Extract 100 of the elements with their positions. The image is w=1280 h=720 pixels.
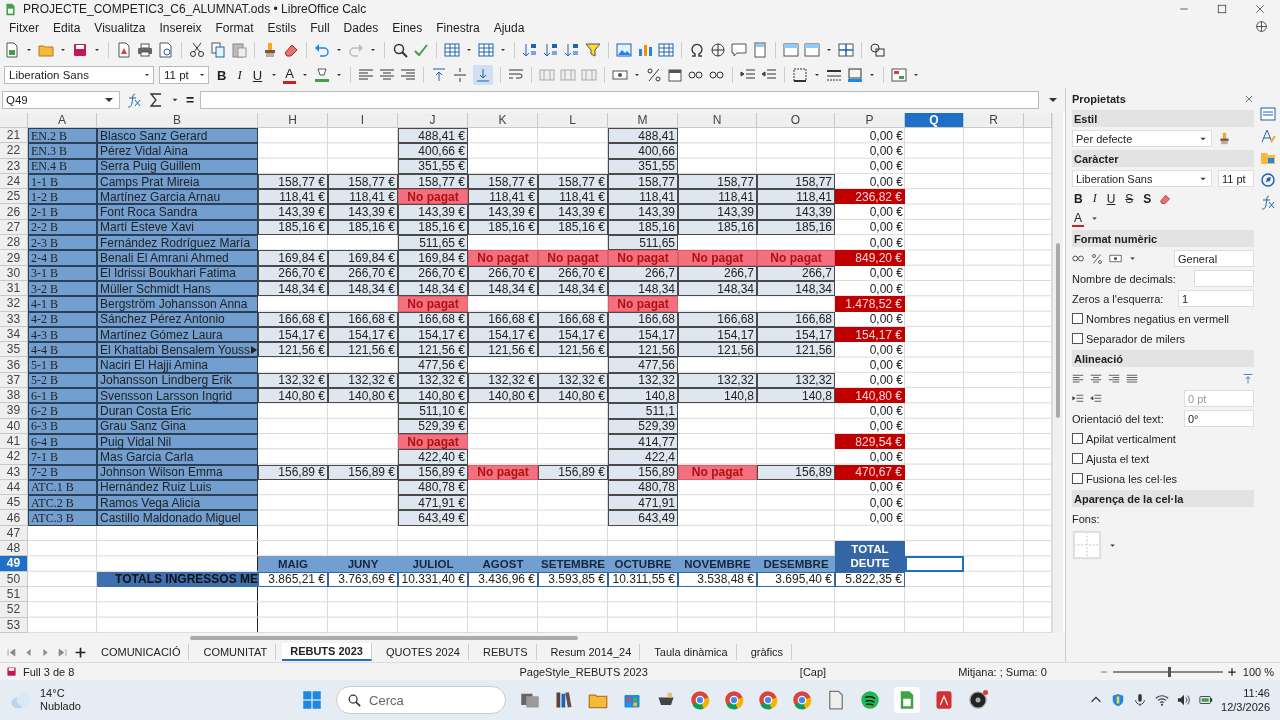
gallery-icon[interactable] [1260, 150, 1276, 166]
row-header[interactable]: 35 [0, 342, 28, 358]
checkbox[interactable] [1072, 473, 1083, 484]
image-icon[interactable] [616, 42, 632, 58]
speaker-icon[interactable] [1177, 693, 1192, 707]
sort-ascending-icon[interactable] [543, 42, 559, 58]
search-field[interactable]: Cerca [336, 686, 506, 714]
row-header[interactable]: 32 [0, 296, 28, 312]
background-swatch-icon[interactable] [1072, 530, 1102, 560]
row-header[interactable]: 45 [0, 495, 28, 511]
column-header[interactable]: O [757, 113, 835, 128]
name-box[interactable]: Q49 [2, 91, 120, 109]
section-header[interactable]: Estil [1072, 110, 1254, 127]
sort-descending-icon[interactable] [564, 42, 580, 58]
justify-icon[interactable] [1126, 372, 1138, 385]
menu-item[interactable]: Finestra [429, 19, 487, 37]
menu-item[interactable]: Ajuda [486, 19, 532, 37]
sheet-tab[interactable]: COMUNICACIÓ [93, 644, 190, 660]
align-right-icon[interactable] [1108, 372, 1120, 385]
font-name-field[interactable]: Liberation Sans [4, 66, 154, 84]
table-grid-icon[interactable] [444, 42, 460, 58]
formula-button[interactable]: = [186, 92, 195, 108]
font-name-field[interactable]: Liberation Sans [1072, 170, 1212, 187]
percent-icon[interactable] [645, 67, 662, 83]
undo-icon[interactable] [314, 42, 330, 58]
align-center-icon[interactable] [1090, 372, 1102, 385]
eraser-icon[interactable] [1159, 192, 1172, 205]
copy-icon[interactable] [210, 42, 226, 58]
row-header[interactable]: 28 [0, 235, 28, 251]
menu-item[interactable]: Fitxer [2, 19, 46, 37]
next-sheet-icon[interactable] [40, 646, 51, 658]
spreadsheet-icon[interactable] [4, 42, 20, 58]
format-button[interactable]: S [1141, 191, 1154, 206]
navigator-icon[interactable] [1260, 172, 1276, 188]
column-header[interactable]: J [398, 113, 468, 128]
comment-icon[interactable] [731, 42, 747, 58]
start-icon[interactable] [302, 690, 322, 710]
browser-icon[interactable] [724, 690, 744, 710]
books-icon[interactable] [554, 690, 574, 710]
previous-sheet-icon[interactable] [23, 646, 34, 658]
bold-button[interactable]: B [214, 67, 230, 83]
browser-icon[interactable] [758, 690, 778, 710]
column-header[interactable]: B [97, 113, 258, 128]
row-header[interactable]: 36 [0, 357, 28, 373]
menu-item[interactable]: Format [208, 19, 261, 37]
menu-item[interactable]: Estils [260, 19, 304, 37]
row-header[interactable]: 46 [0, 510, 28, 526]
music-app-icon[interactable] [860, 690, 880, 710]
column-header[interactable]: N [678, 113, 757, 128]
merge-cells-icon[interactable] [538, 67, 555, 83]
number-format-field[interactable]: General [1174, 250, 1254, 267]
border-color-icon[interactable] [846, 67, 863, 83]
percent-icon[interactable] [1091, 252, 1103, 265]
highlight-icon[interactable] [313, 67, 330, 83]
bar-chart-icon[interactable] [637, 42, 653, 58]
column-header[interactable]: K [468, 113, 538, 128]
sheet-tab[interactable]: Taula dinàmica [646, 644, 737, 660]
zoom-slider-thumb[interactable] [1167, 666, 1171, 677]
row-header[interactable]: 42 [0, 449, 28, 465]
wifi-icon[interactable] [1155, 693, 1170, 707]
checkbox[interactable] [1072, 453, 1083, 464]
align-center-icon[interactable] [378, 67, 395, 83]
align-left-icon[interactable] [357, 67, 374, 83]
function-wizard-icon[interactable] [126, 92, 142, 108]
selected-cell[interactable] [905, 556, 964, 572]
align-top-icon[interactable] [430, 67, 447, 83]
close-icon[interactable] [1244, 94, 1254, 104]
row-header[interactable]: 39 [0, 403, 28, 419]
printer-icon[interactable] [137, 42, 153, 58]
format-button[interactable]: U [1104, 191, 1118, 206]
battery-icon[interactable] [1199, 693, 1214, 707]
menu-item[interactable]: Insereix [152, 19, 209, 37]
table-grid-icon[interactable] [478, 42, 494, 58]
sheet-tab[interactable]: REBUTS [474, 644, 537, 660]
column-header[interactable]: I [328, 113, 398, 128]
menu-item[interactable]: Eines [385, 19, 430, 37]
row-header[interactable]: 26 [0, 204, 28, 220]
styles-icon[interactable] [1260, 128, 1276, 144]
maximize-icon[interactable] [1216, 3, 1228, 15]
underline-button[interactable]: U [249, 67, 266, 83]
print-preview-icon[interactable] [158, 42, 174, 58]
checkbox[interactable] [1072, 313, 1083, 324]
freeze-rows-icon[interactable] [783, 42, 799, 58]
currency-icon[interactable] [1109, 252, 1122, 265]
sheet-tab[interactable]: REBUTS 2023 [282, 643, 372, 661]
globe-icon[interactable] [1255, 20, 1268, 33]
add-sheet-icon[interactable] [74, 645, 87, 659]
pivot-table-icon[interactable] [658, 42, 674, 58]
align-top-icon[interactable] [1242, 372, 1254, 385]
row-header[interactable]: 22 [0, 143, 28, 159]
menu-item[interactable]: Dades [336, 19, 386, 37]
checkbox[interactable] [1072, 333, 1083, 344]
browser-icon[interactable] [792, 690, 812, 710]
funnel-icon[interactable] [585, 42, 601, 58]
omega-icon[interactable] [689, 42, 705, 58]
section-header[interactable]: Caràcter [1072, 150, 1254, 167]
save-icon[interactable] [72, 42, 88, 58]
leading-zeros-field[interactable]: 1 [1178, 290, 1254, 307]
column-header[interactable]: M [608, 113, 678, 128]
recording-app-icon[interactable] [968, 690, 988, 710]
